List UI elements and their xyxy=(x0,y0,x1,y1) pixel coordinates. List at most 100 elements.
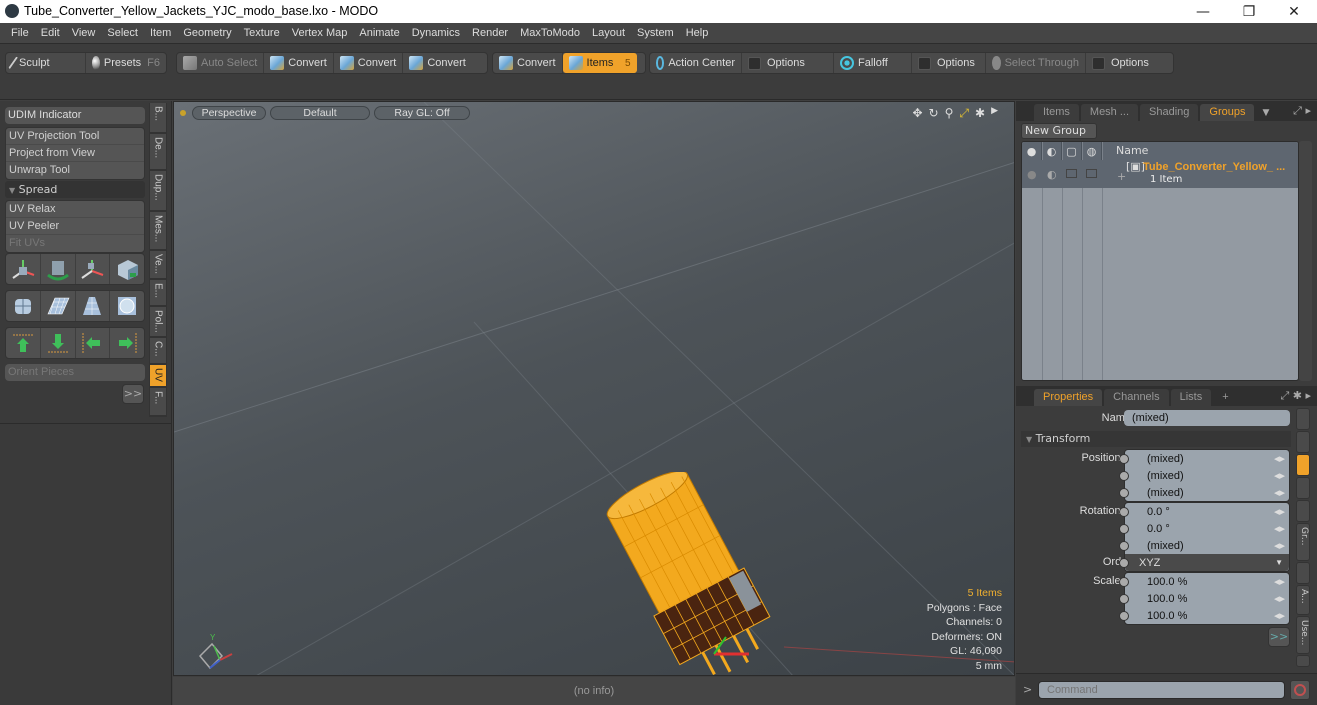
rotation-z-key-icon[interactable] xyxy=(1119,540,1129,551)
rotate-uv-icon[interactable] xyxy=(41,254,76,284)
tab-uv[interactable]: UV xyxy=(150,365,166,387)
menu-file[interactable]: File xyxy=(5,27,35,39)
action-center-options-button[interactable]: Options xyxy=(742,53,834,73)
slider-arrows-icon[interactable]: ◂▸ xyxy=(1274,592,1285,605)
side-tab[interactable] xyxy=(1296,562,1310,584)
menu-view[interactable]: View xyxy=(66,27,102,39)
menu-animate[interactable]: Animate xyxy=(353,27,405,39)
rotation-z-field[interactable]: (mixed) xyxy=(1125,540,1184,552)
move-uv-icon[interactable] xyxy=(6,254,41,284)
view-type-dropdown[interactable]: Perspective xyxy=(192,106,266,120)
tab-items[interactable]: Items xyxy=(1034,104,1079,121)
slider-arrows-icon[interactable]: ◂▸ xyxy=(1274,469,1285,482)
side-tab[interactable] xyxy=(1296,408,1310,430)
menu-select[interactable]: Select xyxy=(101,27,144,39)
menu-geometry[interactable]: Geometry xyxy=(177,27,237,39)
tab-duplicate[interactable]: Dup... xyxy=(150,171,166,211)
position-z-key-icon[interactable] xyxy=(1119,487,1129,498)
3d-viewport[interactable]: Perspective Default Ray GL: Off ✥ ↻ ⚲ ⤢ … xyxy=(173,101,1015,676)
slider-arrows-icon[interactable]: ◂▸ xyxy=(1274,609,1285,622)
tab-properties[interactable]: Properties xyxy=(1034,389,1103,406)
tabs-dropdown-icon[interactable]: ▼ xyxy=(1262,108,1269,118)
tab-polygon[interactable]: Pol... xyxy=(150,307,166,337)
menu-layout[interactable]: Layout xyxy=(586,27,631,39)
tab-groups[interactable]: Groups xyxy=(1200,104,1255,121)
items-mode-button[interactable]: Items 5 xyxy=(562,53,637,73)
falloff-button[interactable]: Falloff xyxy=(834,53,912,73)
expand-panel-icon[interactable]: ⤢ ▸ xyxy=(1293,104,1311,118)
uv-projection-tool-button[interactable]: UV Projection Tool xyxy=(6,128,144,145)
render-column-icon[interactable]: ◐ xyxy=(1042,142,1062,160)
minimize-button[interactable]: — xyxy=(1180,0,1226,23)
transform-uv-icon[interactable] xyxy=(76,254,111,284)
presets-button[interactable]: Presets F6 xyxy=(86,53,166,73)
raygl-toggle[interactable]: Ray GL: Off xyxy=(374,106,470,120)
menu-vertex-map[interactable]: Vertex Map xyxy=(286,27,354,39)
tab-curves[interactable]: C... xyxy=(150,338,166,364)
lock-column-icon[interactable]: ▢ xyxy=(1062,142,1082,160)
tube-converter-model[interactable] xyxy=(604,472,804,676)
sculpt-button[interactable]: Sculpt xyxy=(6,53,86,73)
perspective-grid-icon[interactable] xyxy=(76,291,111,321)
record-macro-button[interactable] xyxy=(1290,680,1310,700)
menu-dynamics[interactable]: Dynamics xyxy=(406,27,466,39)
tab-shading[interactable]: Shading xyxy=(1140,104,1199,121)
name-column-header[interactable]: Name xyxy=(1102,142,1148,160)
menu-help[interactable]: Help xyxy=(680,27,715,39)
position-x-key-icon[interactable] xyxy=(1119,453,1129,464)
uv-relax-button[interactable]: UV Relax xyxy=(6,201,144,218)
menu-render[interactable]: Render xyxy=(466,27,514,39)
convert-edges-button[interactable]: Convert xyxy=(334,53,404,73)
side-tab[interactable] xyxy=(1296,655,1310,667)
convert-polygons-button[interactable]: Convert xyxy=(403,53,472,73)
convert-vertices-button[interactable]: Convert xyxy=(264,53,334,73)
side-tab[interactable] xyxy=(1296,500,1310,522)
side-tab-user[interactable]: Use... xyxy=(1296,616,1310,654)
order-dropdown[interactable]: XYZ ▼ xyxy=(1119,554,1289,571)
group-row[interactable]: ● ◐ + [▣] Tube_Converter_Yellow_ ... 1 I… xyxy=(1022,160,1298,188)
more-properties-button[interactable]: >> xyxy=(1268,627,1290,647)
uv-peeler-button[interactable]: UV Peeler xyxy=(6,218,144,235)
viewport-more-icon[interactable]: ▶ xyxy=(991,106,998,121)
position-y-key-icon[interactable] xyxy=(1119,470,1129,481)
maximize-button[interactable]: ❐ xyxy=(1226,0,1272,23)
rotate-view-icon[interactable]: ↻ xyxy=(929,106,939,121)
groups-scrollbar[interactable] xyxy=(1299,141,1312,381)
viewport-settings-icon[interactable]: ✱ xyxy=(975,106,985,121)
rotation-y-key-icon[interactable] xyxy=(1119,523,1129,534)
menu-maxtomodo[interactable]: MaxToModo xyxy=(514,27,586,39)
falloff-options-button[interactable]: Options xyxy=(912,53,986,73)
order-key-icon[interactable] xyxy=(1119,557,1129,568)
pan-icon[interactable]: ✥ xyxy=(912,106,922,121)
convert-materials-button[interactable]: Convert xyxy=(493,53,563,73)
tab-deform[interactable]: De... xyxy=(150,134,166,170)
spread-section-header[interactable]: ▼ Spread xyxy=(5,181,145,198)
add-tab-button[interactable]: + xyxy=(1213,389,1237,406)
orient-pieces-button[interactable]: Orient Pieces xyxy=(5,364,145,381)
transform-section-header[interactable]: ▼ Transform xyxy=(1021,431,1291,447)
scale-y-field[interactable]: 100.0 % xyxy=(1125,593,1187,605)
project-from-view-button[interactable]: Project from View xyxy=(6,145,144,162)
menu-texture[interactable]: Texture xyxy=(238,27,286,39)
udim-indicator-button[interactable]: UDIM Indicator xyxy=(5,107,145,124)
slider-arrows-icon[interactable]: ◂▸ xyxy=(1274,575,1285,588)
slider-arrows-icon[interactable]: ◂▸ xyxy=(1274,505,1285,518)
side-tab-a[interactable]: A... xyxy=(1296,585,1310,615)
more-tools-button[interactable]: >> xyxy=(122,384,144,404)
rotation-y-field[interactable]: 0.0 ° xyxy=(1125,523,1170,535)
auto-select-button[interactable]: Auto Select xyxy=(177,53,265,73)
command-input[interactable] xyxy=(1038,681,1285,699)
new-group-button[interactable]: New Group xyxy=(1021,123,1097,139)
lock-toggle-icon[interactable] xyxy=(1066,169,1077,178)
align-bottom-icon[interactable] xyxy=(41,328,76,358)
fit-uvs-button[interactable]: Fit UVs xyxy=(6,235,144,252)
rotation-x-key-icon[interactable] xyxy=(1119,506,1129,517)
viewport-indicator-icon[interactable] xyxy=(180,110,186,116)
visibility-toggle-icon[interactable]: ● xyxy=(1027,168,1037,181)
slider-arrows-icon[interactable]: ◂▸ xyxy=(1274,486,1285,499)
menu-item[interactable]: Item xyxy=(144,27,177,39)
align-left-icon[interactable] xyxy=(76,328,111,358)
select-toggle-icon[interactable] xyxy=(1086,169,1097,178)
side-tab-active[interactable] xyxy=(1296,454,1310,476)
slider-arrows-icon[interactable]: ◂▸ xyxy=(1274,452,1285,465)
